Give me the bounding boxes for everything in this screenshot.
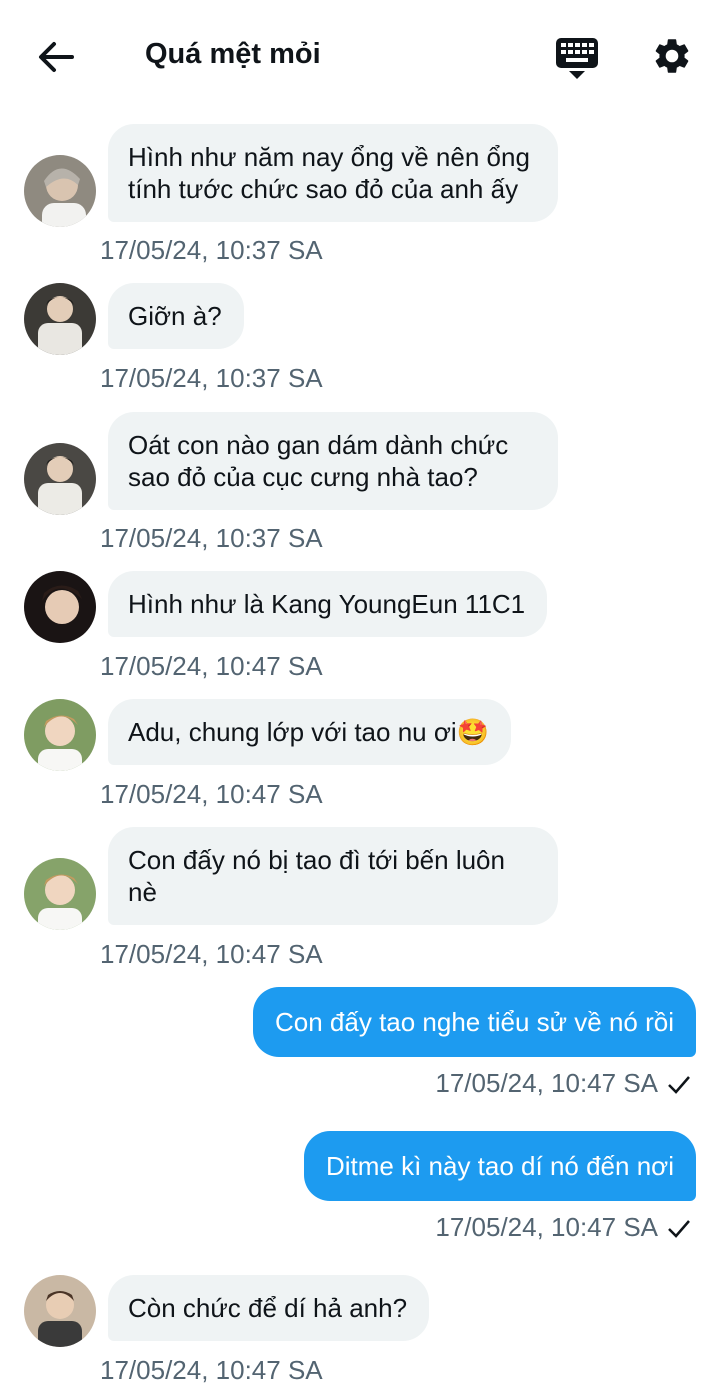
keyboard-button[interactable]: [554, 36, 600, 80]
message-timestamp: 17/05/24, 10:47 SA: [100, 939, 323, 969]
message-timestamp: 17/05/24, 10:37 SA: [100, 235, 323, 265]
keyboard-icon: [556, 38, 598, 79]
message-timestamp: 17/05/24, 10:37 SA: [100, 363, 323, 393]
arrow-left-icon: [39, 42, 74, 72]
avatar[interactable]: [24, 858, 96, 930]
message-bubble[interactable]: Ditme kì này tao dí nó đến nơi: [303, 1131, 696, 1201]
gear-icon: [655, 39, 689, 73]
message-bubble[interactable]: Giỡn à?: [108, 283, 244, 349]
message-timestamp: 17/05/24, 10:47 SA: [435, 1212, 658, 1242]
avatar[interactable]: [24, 571, 96, 643]
avatar[interactable]: [24, 443, 96, 515]
message-bubble[interactable]: Oát con nào gan dám dành chức sao đỏ của…: [108, 412, 558, 510]
avatar[interactable]: [24, 283, 96, 355]
avatar[interactable]: [24, 155, 96, 227]
message-timestamp: 17/05/24, 10:47 SA: [100, 779, 323, 809]
settings-button[interactable]: [651, 35, 693, 77]
page-title: Quá mệt mỏi: [145, 38, 321, 70]
avatar[interactable]: [24, 699, 96, 771]
message-bubble[interactable]: Adu, chung lớp với tao nu ơi🤩: [108, 699, 512, 765]
message-bubble[interactable]: Con đấy nó bị tao đì tới bến luôn nè: [108, 827, 558, 925]
avatar[interactable]: [24, 1275, 96, 1347]
message-bubble[interactable]: Hình như năm nay ổng về nên ổng tính tướ…: [108, 124, 558, 222]
check-icon: [668, 1220, 690, 1238]
back-button[interactable]: [36, 37, 76, 77]
message-timestamp: 17/05/24, 10:47 SA: [435, 1068, 658, 1098]
message-bubble[interactable]: Con đấy tao nghe tiểu sử về nó rồi: [253, 987, 696, 1057]
message-bubble[interactable]: Hình như là Kang YoungEun 11C1: [108, 571, 548, 637]
check-icon: [668, 1076, 690, 1094]
message-timestamp: 17/05/24, 10:47 SA: [100, 651, 323, 681]
message-bubble[interactable]: Còn chức để dí hả anh?: [108, 1275, 430, 1341]
message-timestamp: 17/05/24, 10:47 SA: [100, 1355, 323, 1385]
message-timestamp: 17/05/24, 10:37 SA: [100, 523, 323, 553]
conversation-header: Quá mệt mỏi: [0, 0, 720, 112]
